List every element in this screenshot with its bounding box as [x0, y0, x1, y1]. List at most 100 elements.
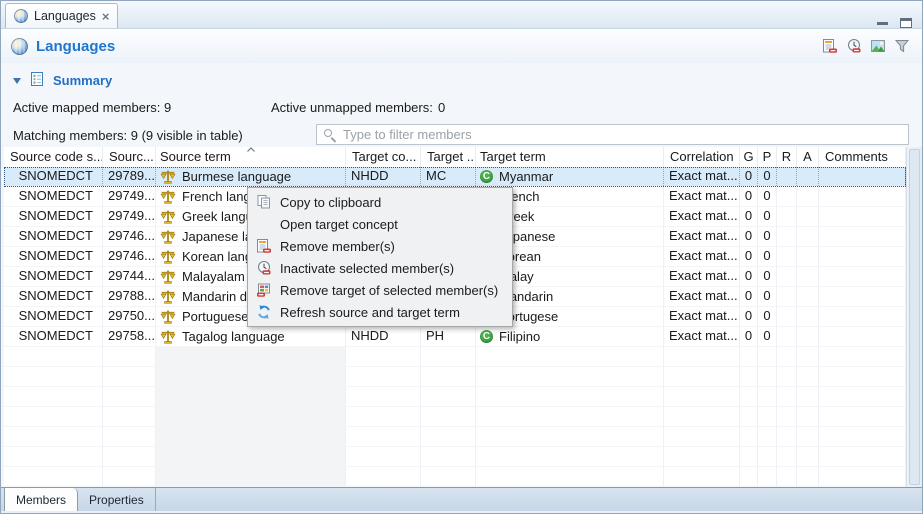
- empty-cell: [103, 387, 156, 406]
- collapse-twistie-icon[interactable]: [13, 78, 21, 84]
- cell-g: 0: [740, 227, 758, 246]
- empty-cell: [797, 427, 819, 446]
- empty-cell: [758, 407, 777, 426]
- column-header-source-term[interactable]: Source term: [156, 147, 346, 167]
- empty-cell: [346, 387, 421, 406]
- tab-languages[interactable]: Languages ×: [5, 3, 118, 28]
- table-filler-row: [4, 347, 906, 367]
- cell-target-code-system: NHDD: [346, 327, 421, 346]
- scrollbar-thumb[interactable]: [909, 149, 920, 485]
- empty-cell: [156, 407, 346, 426]
- column-header-target-code-system[interactable]: Target co...: [346, 147, 421, 167]
- cell-source-code-system: SNOMEDCT: [4, 327, 103, 346]
- tab-members[interactable]: Members: [4, 488, 78, 511]
- filter-members-input[interactable]: [316, 124, 909, 145]
- view-header: Languages: [1, 29, 922, 63]
- column-header-target-term[interactable]: Target term: [476, 147, 664, 167]
- cell-a: [797, 287, 819, 306]
- bottom-tab-bar: Members Properties: [1, 487, 922, 511]
- target-term-text: Filipino: [499, 328, 540, 346]
- column-header-label: Source term: [160, 147, 231, 167]
- column-header-p[interactable]: P: [758, 147, 777, 167]
- empty-cell: [476, 367, 664, 386]
- minimize-icon[interactable]: [877, 22, 888, 25]
- cell-g: 0: [740, 247, 758, 266]
- summary-heading[interactable]: Summary: [53, 73, 112, 88]
- empty-cell: [758, 467, 777, 486]
- empty-cell: [421, 347, 476, 366]
- menu-item-label: Open target concept: [280, 217, 398, 232]
- refresh-icon: [255, 304, 273, 320]
- empty-cell: [819, 347, 906, 366]
- menu-item-open-target-concept[interactable]: Open target concept: [249, 213, 511, 235]
- cell-a: [797, 207, 819, 226]
- cell-comments: [819, 287, 906, 306]
- empty-cell: [103, 407, 156, 426]
- empty-cell: [740, 467, 758, 486]
- empty-cell: [156, 447, 346, 466]
- cell-correlation: Exact mat...: [664, 247, 740, 266]
- column-header-r[interactable]: R: [777, 147, 797, 167]
- image-icon[interactable]: [869, 38, 886, 55]
- restore-icon[interactable]: [900, 18, 912, 28]
- empty-cell: [797, 407, 819, 426]
- empty-cell: [476, 407, 664, 426]
- empty-cell: [421, 367, 476, 386]
- active-mapped-value: 9: [164, 100, 171, 115]
- remove-member-icon[interactable]: [821, 38, 838, 55]
- table-row[interactable]: SNOMEDCT29789...Burmese languageNHDDMCCM…: [4, 167, 906, 187]
- column-header-source-code[interactable]: Sourc...: [103, 147, 156, 167]
- cell-source-code-system: SNOMEDCT: [4, 307, 103, 326]
- scales-icon: [160, 169, 176, 185]
- empty-cell: [421, 467, 476, 486]
- empty-cell: [4, 347, 103, 366]
- menu-item-remove-target-of-selected-members[interactable]: Remove target of selected member(s): [249, 279, 511, 301]
- cell-a: [797, 307, 819, 326]
- menu-item-label: Remove member(s): [280, 239, 395, 254]
- close-icon[interactable]: ×: [102, 10, 110, 23]
- empty-cell: [740, 367, 758, 386]
- cell-source-term: Tagalog language: [156, 327, 346, 346]
- empty-cell: [819, 427, 906, 446]
- empty-cell: [797, 467, 819, 486]
- column-header-correlation[interactable]: Correlation: [664, 147, 740, 167]
- empty-cell: [777, 447, 797, 466]
- empty-cell: [476, 347, 664, 366]
- remove-member-icon: [255, 238, 273, 254]
- cell-g: 0: [740, 187, 758, 206]
- cell-correlation: Exact mat...: [664, 167, 740, 186]
- empty-cell: [476, 467, 664, 486]
- cell-r: [777, 187, 797, 206]
- empty-cell: [4, 407, 103, 426]
- cell-r: [777, 167, 797, 186]
- cell-p: 0: [758, 307, 777, 326]
- column-header-target-code[interactable]: Target ...: [421, 147, 476, 167]
- column-header-source-code-system[interactable]: Source code s...: [4, 147, 103, 167]
- empty-cell: [777, 407, 797, 426]
- inactivate-member-icon[interactable]: [845, 38, 862, 55]
- empty-cell: [740, 387, 758, 406]
- tab-label: Members: [16, 493, 66, 507]
- languages-view-window: Languages × Languages: [0, 0, 923, 514]
- cell-r: [777, 207, 797, 226]
- empty-cell: [346, 467, 421, 486]
- column-header-g[interactable]: G: [740, 147, 758, 167]
- empty-cell: [421, 407, 476, 426]
- concept-icon: C: [480, 330, 493, 343]
- column-header-a[interactable]: A: [797, 147, 819, 167]
- menu-item-inactivate-selected-members[interactable]: Inactivate selected member(s): [249, 257, 511, 279]
- empty-cell: [103, 367, 156, 386]
- cell-source-code-system: SNOMEDCT: [4, 227, 103, 246]
- empty-cell: [740, 347, 758, 366]
- empty-cell: [819, 447, 906, 466]
- vertical-scrollbar[interactable]: [906, 147, 922, 487]
- tab-properties[interactable]: Properties: [78, 488, 156, 511]
- menu-item-refresh-source-and-target-term[interactable]: Refresh source and target term: [249, 301, 511, 323]
- menu-item-label: Remove target of selected member(s): [280, 283, 498, 298]
- column-header-comments[interactable]: Comments: [819, 147, 906, 167]
- menu-item-remove-members[interactable]: Remove member(s): [249, 235, 511, 257]
- cell-target-code: PH: [421, 327, 476, 346]
- menu-item-copy-to-clipboard[interactable]: Copy to clipboard: [249, 191, 511, 213]
- filter-icon[interactable]: [893, 38, 910, 55]
- table-row[interactable]: SNOMEDCT29758...Tagalog languageNHDDPHCF…: [4, 327, 906, 347]
